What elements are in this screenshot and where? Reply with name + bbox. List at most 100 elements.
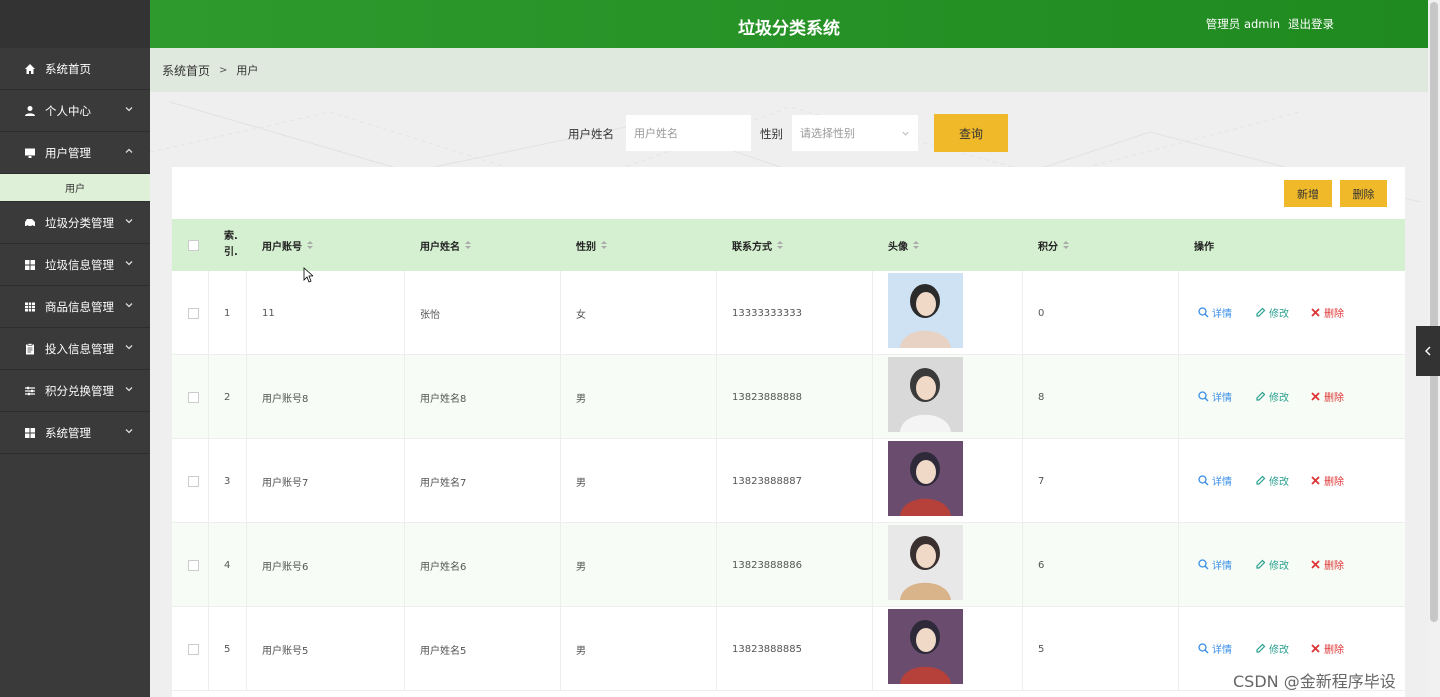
cell-account: 用户账号6: [262, 561, 309, 573]
cell-index: 4: [224, 559, 231, 571]
edit-button[interactable]: 修改: [1255, 389, 1289, 404]
sidebar-item-user-management[interactable]: 用户管理: [0, 132, 150, 174]
row-checkbox[interactable]: [188, 523, 199, 607]
delete-button[interactable]: 删除: [1310, 305, 1344, 320]
col-phone-label: 联系方式: [732, 241, 772, 253]
delete-button[interactable]: 删除: [1310, 557, 1344, 572]
breadcrumb-home[interactable]: 系统首页: [162, 62, 210, 79]
delete-button[interactable]: 删除: [1310, 389, 1344, 404]
edit-button[interactable]: 修改: [1255, 305, 1289, 320]
edit-icon: [1256, 391, 1266, 401]
sort-icon: [307, 240, 313, 250]
batch-delete-button[interactable]: 删除: [1340, 180, 1387, 207]
detail-button[interactable]: 详情: [1198, 389, 1232, 404]
col-avatar[interactable]: 头像: [888, 219, 919, 271]
monitor-icon: [24, 147, 36, 159]
detail-button[interactable]: 详情: [1198, 305, 1232, 320]
close-icon: [1311, 644, 1320, 653]
gender-select[interactable]: 请选择性别: [792, 115, 918, 151]
sidebar-item-points-exchange[interactable]: 积分兑换管理: [0, 370, 150, 412]
cell-account: 用户账号7: [262, 477, 309, 489]
table-row: 2 用户账号8 用户姓名8 男 13823888888 8 详情 修改 删除: [172, 355, 1405, 439]
row-checkbox[interactable]: [188, 607, 199, 691]
cell-name: 用户姓名7: [420, 477, 467, 489]
sidebar-subitem-user[interactable]: 用户: [0, 174, 150, 202]
grid-icon: [24, 427, 36, 439]
col-avatar-label: 头像: [888, 241, 908, 253]
gender-search-label: 性别: [760, 127, 783, 141]
cell-points: 7: [1038, 475, 1045, 487]
gender-select-placeholder: 请选择性别: [800, 127, 855, 140]
delete-button[interactable]: 删除: [1310, 641, 1344, 656]
current-user-label: 管理员 admin: [1205, 17, 1280, 31]
sidebar-item-home[interactable]: 系统首页: [0, 48, 150, 90]
avatar: [888, 609, 963, 684]
sidebar-item-label: 个人中心: [45, 103, 91, 118]
table-row: 3 用户账号7 用户姓名7 男 13823888887 7 详情 修改 删除: [172, 439, 1405, 523]
cell-gender: 男: [576, 477, 586, 489]
sidebar-item-garbage-info[interactable]: 垃圾信息管理: [0, 244, 150, 286]
cell-points: 0: [1038, 307, 1045, 319]
detail-button[interactable]: 详情: [1198, 557, 1232, 572]
row-checkbox[interactable]: [188, 439, 199, 523]
cell-name: 用户姓名6: [420, 561, 467, 573]
detail-label: 详情: [1212, 477, 1232, 488]
detail-label: 详情: [1212, 645, 1232, 656]
sliders-icon: [24, 385, 36, 397]
col-gender[interactable]: 性别: [576, 219, 607, 271]
logout-link[interactable]: 退出登录: [1288, 16, 1334, 32]
cell-name: 用户姓名5: [420, 645, 467, 657]
row-checkbox[interactable]: [188, 355, 199, 439]
home-icon: [24, 63, 36, 75]
col-phone[interactable]: 联系方式: [732, 219, 783, 271]
col-gender-label: 性别: [576, 241, 596, 253]
cell-gender: 女: [576, 309, 586, 321]
col-account[interactable]: 用户账号: [262, 219, 313, 271]
delete-label: 删除: [1324, 477, 1344, 488]
chevron-left-icon: [1425, 346, 1431, 356]
edit-button[interactable]: 修改: [1255, 641, 1289, 656]
side-panel-toggle[interactable]: [1416, 326, 1440, 376]
detail-button[interactable]: 详情: [1198, 473, 1232, 488]
edit-label: 修改: [1269, 477, 1289, 488]
close-icon: [1311, 560, 1320, 569]
cell-gender: 男: [576, 645, 586, 657]
sidebar-item-personal-center[interactable]: 个人中心: [0, 90, 150, 132]
table-row: 1 11 张怡 女 13333333333 0 详情 修改 删除: [172, 271, 1405, 355]
breadcrumb-current: 用户: [236, 64, 259, 77]
select-all-checkbox[interactable]: [188, 219, 199, 271]
query-button[interactable]: 查询: [934, 114, 1008, 152]
edit-button[interactable]: 修改: [1255, 557, 1289, 572]
delete-button[interactable]: 删除: [1310, 473, 1344, 488]
delete-label: 删除: [1324, 309, 1344, 320]
cell-account: 11: [262, 307, 275, 319]
add-button[interactable]: 新增: [1284, 180, 1332, 207]
col-index: 索. 引.: [224, 231, 238, 258]
watermark: CSDN @金新程序毕设: [1233, 672, 1396, 691]
col-points-label: 积分: [1038, 241, 1058, 253]
name-search-input[interactable]: 用户姓名: [626, 115, 751, 151]
col-name[interactable]: 用户姓名: [420, 219, 471, 271]
detail-button[interactable]: 详情: [1198, 641, 1232, 656]
col-points[interactable]: 积分: [1038, 219, 1069, 271]
cell-name: 张怡: [420, 309, 440, 321]
row-checkbox[interactable]: [188, 271, 199, 355]
edit-icon: [1256, 643, 1266, 653]
edit-icon: [1256, 307, 1266, 317]
close-icon: [1311, 476, 1320, 485]
sidebar-item-goods-info[interactable]: 商品信息管理: [0, 286, 150, 328]
app-title: 垃圾分类系统: [738, 19, 840, 39]
user-area: 管理员 admin 退出登录: [1206, 16, 1334, 32]
delete-label: 删除: [1324, 393, 1344, 404]
chevron-down-icon: [125, 345, 133, 350]
cell-gender: 男: [576, 393, 586, 405]
edit-button[interactable]: 修改: [1255, 473, 1289, 488]
sidebar-item-system-management[interactable]: 系统管理: [0, 412, 150, 454]
search-icon: [1198, 559, 1209, 570]
sidebar-item-input-info[interactable]: 投入信息管理: [0, 328, 150, 370]
scrollbar-thumb[interactable]: [1430, 2, 1438, 622]
edit-label: 修改: [1269, 309, 1289, 320]
sidebar-item-garbage-category[interactable]: 垃圾分类管理: [0, 202, 150, 244]
cell-index: 1: [224, 307, 231, 319]
chevron-down-icon: [125, 107, 133, 112]
